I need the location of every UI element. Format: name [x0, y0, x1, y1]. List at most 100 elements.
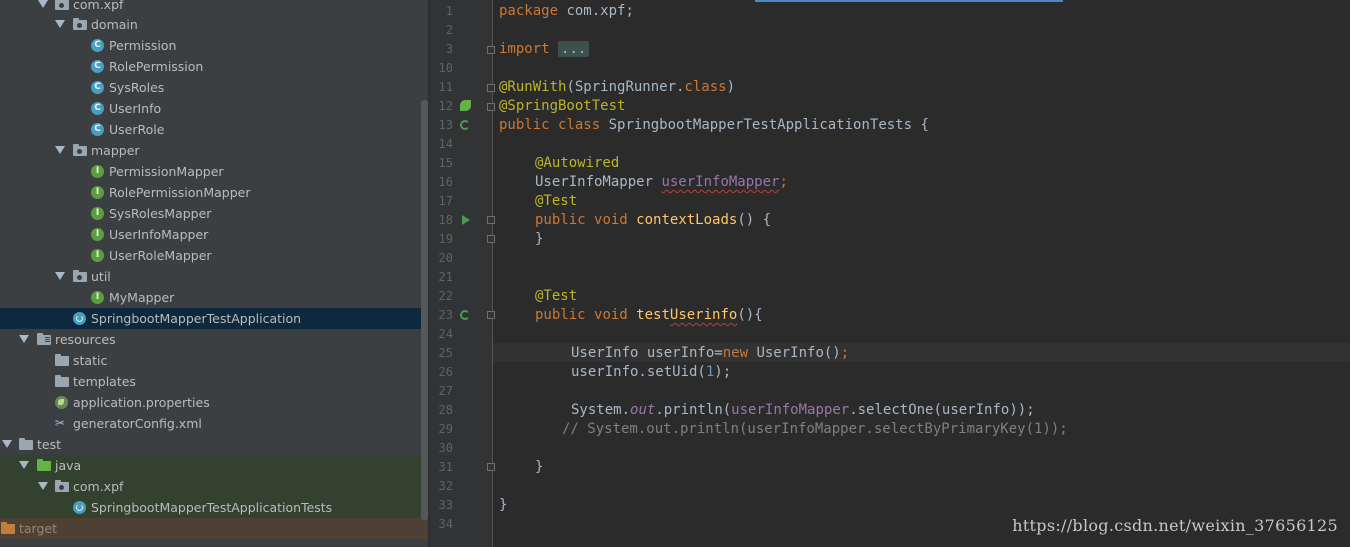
code-line-31[interactable]: }: [535, 458, 543, 477]
code-line-22[interactable]: @Test: [535, 287, 577, 306]
fold-toggle-icon[interactable]: [487, 84, 495, 92]
semicolon: ;: [779, 174, 788, 190]
tree-item-label: RolePermission: [109, 59, 204, 74]
expand-arrow-icon[interactable]: [55, 272, 65, 280]
class-icon: C: [91, 39, 104, 52]
tree-item-label: UserInfoMapper: [109, 227, 209, 242]
code-line-12[interactable]: @SpringBootTest: [499, 97, 625, 116]
expand-arrow-icon[interactable]: [55, 146, 65, 154]
tree-item-interface[interactable]: I SysRolesMapper: [0, 203, 428, 224]
expand-arrow-icon[interactable]: [19, 335, 29, 343]
package-icon: [55, 0, 69, 10]
annotation: @Test: [535, 193, 578, 209]
code-text: (SpringRunner.: [566, 79, 685, 95]
tree-item-folder[interactable]: test: [0, 434, 428, 455]
code-line-18[interactable]: public void contextLoads() {: [535, 211, 771, 230]
expand-arrow-icon[interactable]: [19, 461, 29, 469]
fold-toggle-icon[interactable]: [487, 235, 495, 243]
tree-item-target[interactable]: target: [0, 518, 428, 539]
code-text: }: [535, 459, 544, 475]
code-line-28[interactable]: System.out.println(userInfoMapper.select…: [571, 401, 1035, 420]
tree-item-label: target: [19, 521, 58, 536]
run-test-icon[interactable]: [462, 215, 470, 225]
line-number: 33: [438, 498, 453, 512]
tree-item-class[interactable]: C SysRoles: [0, 77, 428, 98]
tree-item-interface[interactable]: I RolePermissionMapper: [0, 182, 428, 203]
tree-item-file[interactable]: ✂ generatorConfig.xml: [0, 413, 428, 434]
keyword: import: [499, 41, 550, 57]
keyword: package: [499, 3, 559, 19]
line-number: 24: [438, 327, 453, 341]
tree-item-class[interactable]: C RolePermission: [0, 56, 428, 77]
run-test-method-icon[interactable]: [460, 310, 470, 320]
tree-item-test-class[interactable]: SpringbootMapperTestApplicationTests: [0, 497, 428, 518]
code-line-15[interactable]: @Autowired: [535, 154, 619, 173]
code-line-16[interactable]: UserInfoMapper userInfoMapper;: [535, 173, 788, 192]
tree-item-test-source[interactable]: java: [0, 455, 428, 476]
tree-item-package[interactable]: mapper: [0, 140, 428, 161]
tree-item-label: RolePermissionMapper: [109, 185, 251, 200]
code-text: userInfo.setUid(: [571, 364, 706, 380]
tree-item-interface[interactable]: I UserRoleMapper: [0, 245, 428, 266]
code-line-17[interactable]: @Test: [535, 192, 577, 211]
tree-item-class[interactable]: C Permission: [0, 35, 428, 56]
tree-item-package[interactable]: com.xpf: [0, 0, 428, 15]
code-line-25[interactable]: UserInfo userInfo=new UserInfo();: [571, 344, 849, 363]
tree-item-file[interactable]: application.properties: [0, 392, 428, 413]
tree-item-resources[interactable]: resources: [0, 329, 428, 350]
tree-item-interface[interactable]: I MyMapper: [0, 287, 428, 308]
expand-arrow-icon[interactable]: [38, 482, 48, 490]
line-number: 20: [438, 251, 453, 265]
fold-toggle-icon[interactable]: [487, 216, 495, 224]
code-text: }: [499, 497, 508, 513]
fold-toggle-icon[interactable]: [487, 463, 495, 471]
expand-arrow-icon[interactable]: [2, 440, 12, 448]
fold-toggle-icon[interactable]: [487, 103, 495, 111]
code-line-11[interactable]: @RunWith(SpringRunner.class): [499, 78, 735, 97]
code-line-3[interactable]: import ...: [499, 40, 590, 59]
code-text: System.: [571, 402, 631, 418]
expand-arrow-icon[interactable]: [55, 20, 65, 28]
code-text: com.xpf;: [558, 3, 634, 19]
tree-item-package[interactable]: domain: [0, 14, 428, 35]
tree-item-folder[interactable]: static: [0, 350, 428, 371]
tree-item-interface[interactable]: I PermissionMapper: [0, 161, 428, 182]
folded-imports-button[interactable]: ...: [558, 41, 590, 57]
code-line-1[interactable]: package com.xpf;: [499, 2, 634, 21]
line-number: 19: [438, 232, 453, 246]
line-number: 29: [438, 422, 453, 436]
package-icon: [73, 144, 87, 156]
code-line-26[interactable]: userInfo.setUid(1);: [571, 363, 731, 382]
keyword: public: [535, 307, 586, 323]
fold-toggle-icon[interactable]: [487, 311, 495, 319]
expand-arrow-icon[interactable]: [38, 0, 48, 8]
line-number: 30: [438, 441, 453, 455]
tree-item-package[interactable]: com.xpf: [0, 476, 428, 497]
tree-item-selected[interactable]: SpringbootMapperTestApplication: [0, 308, 428, 329]
tree-scrollbar[interactable]: [421, 100, 428, 520]
run-test-class-icon[interactable]: [460, 120, 470, 130]
tree-item-class[interactable]: C UserInfo: [0, 98, 428, 119]
spring-bean-icon[interactable]: [460, 100, 471, 111]
tree-item-folder[interactable]: templates: [0, 371, 428, 392]
code-line-19[interactable]: }: [535, 230, 543, 249]
code-line-13[interactable]: public class SpringbootMapperTestApplica…: [499, 116, 929, 135]
tree-item-class[interactable]: C UserRole: [0, 119, 428, 140]
spring-config-icon: [55, 396, 68, 409]
folder-icon: [55, 375, 69, 387]
keyword: void: [594, 307, 628, 323]
code-text: ): [726, 79, 736, 95]
class-icon: C: [91, 60, 104, 73]
method-name: test: [636, 307, 670, 323]
fold-toggle-icon[interactable]: [487, 46, 495, 54]
code-text: .println(: [655, 402, 732, 418]
tree-item-package[interactable]: util: [0, 266, 428, 287]
tree-item-label: generatorConfig.xml: [73, 416, 202, 431]
code-line-33[interactable]: }: [499, 496, 507, 515]
tree-item-label: java: [55, 458, 82, 473]
line-number: 13: [438, 118, 453, 132]
code-line-23[interactable]: public void testUserinfo(){: [535, 306, 763, 325]
code-line-29[interactable]: // System.out.println(userInfoMapper.sel…: [562, 420, 1068, 439]
tree-item-interface[interactable]: I UserInfoMapper: [0, 224, 428, 245]
interface-icon: I: [91, 291, 104, 304]
